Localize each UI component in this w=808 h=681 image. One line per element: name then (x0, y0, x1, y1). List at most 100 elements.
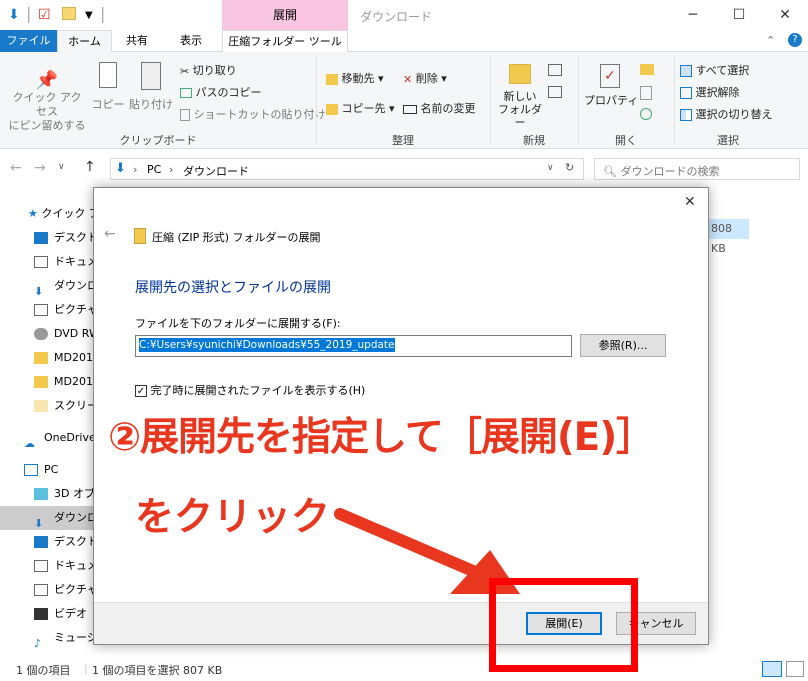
group-separator (316, 56, 317, 144)
nav-videos[interactable]: ビデオ (0, 602, 100, 626)
recent-dropdown-icon[interactable]: ∨ (58, 162, 65, 172)
forward-arrow-icon[interactable]: → (34, 160, 46, 176)
history-icon[interactable] (640, 108, 652, 120)
nav-3d-objects[interactable]: 3D オブジェクト (0, 482, 100, 506)
clipboard-icon (141, 62, 161, 90)
up-arrow-icon[interactable]: ↑ (84, 159, 96, 175)
breadcrumb-downloads[interactable]: ダウンロード (183, 163, 249, 179)
invert-selection-button[interactable]: 選択の切り替え (680, 106, 773, 122)
back-arrow-icon[interactable]: ← (10, 160, 22, 176)
new-group-label: 新規 (523, 134, 545, 147)
copy-folder-icon (326, 103, 338, 115)
nav-pictures-2[interactable]: ピクチャ (0, 578, 100, 602)
delete-button[interactable]: ✕ 削除 ▾ (403, 70, 447, 86)
picture-icon (34, 304, 48, 316)
nav-label: ビデオ (54, 607, 87, 620)
nav-folder-md2018[interactable]: MD2018 (0, 346, 100, 370)
tab-home[interactable]: ホーム (57, 30, 112, 53)
destination-path-input[interactable]: C:¥Users¥syunichi¥Downloads¥55_2019_upda… (135, 335, 572, 357)
paste-button[interactable]: 貼り付け (128, 62, 174, 112)
copy-path-button[interactable]: パスのコピー (180, 84, 262, 100)
nav-quick-access[interactable]: ★ クイック アクセス (0, 202, 100, 226)
show-files-checkbox[interactable]: ✓ (135, 385, 147, 397)
nav-pc[interactable]: PC (0, 458, 100, 482)
copy-to-label: コピー先 (341, 102, 386, 115)
copy-button[interactable]: コピー (90, 62, 126, 112)
desktop-icon (34, 536, 48, 548)
nav-dvd[interactable]: DVD RW (0, 322, 100, 346)
annotation-text-line2: をクリック (135, 495, 331, 540)
show-files-checkbox-row[interactable]: ✓ 完了時に展開されたファイルを表示する(H) (135, 382, 365, 398)
properties-button[interactable]: ✓ プロパティ (584, 64, 638, 108)
close-window-button[interactable]: ✕ (762, 0, 808, 30)
download-icon: ⬇ (34, 517, 44, 530)
ribbon: 📌 クイック アクセス にピン留めする コピー 貼り付け ✂ 切り取り パスのコ… (0, 52, 808, 149)
edit-icon[interactable] (640, 86, 652, 100)
minimize-button[interactable]: ─ (670, 0, 716, 30)
browse-button[interactable]: 参照(R)... (580, 334, 666, 357)
dropdown-icon[interactable]: ▼ (85, 10, 93, 21)
open-icon[interactable] (640, 64, 654, 75)
picture-icon (34, 584, 48, 596)
chevron-right-icon: › (169, 163, 174, 176)
destination-label: ファイルを下のフォルダーに展開する(F): (135, 317, 341, 330)
refresh-icon[interactable]: ↻ (565, 161, 574, 174)
properties-check-icon[interactable]: ☑ (38, 7, 51, 23)
large-icons-view-icon[interactable] (786, 661, 804, 677)
rename-button[interactable]: 名前の変更 (403, 100, 476, 116)
music-note-icon: ♪ (34, 637, 42, 650)
copy-icon (99, 62, 117, 88)
dialog-close-icon[interactable]: ✕ (684, 194, 696, 210)
search-icon: 🔍︎ (603, 165, 617, 178)
search-placeholder: ダウンロードの検索 (620, 165, 720, 178)
dialog-back-icon[interactable]: ← (104, 226, 116, 242)
nav-folder-md2019[interactable]: MD2019 (0, 370, 100, 394)
rename-label: 名前の変更 (420, 102, 476, 115)
new-folder-button[interactable]: 新しい フォルダー (494, 64, 546, 129)
nav-pictures[interactable]: ピクチャ (0, 298, 100, 322)
pin-quick-access-button[interactable]: 📌 クイック アクセス にピン留めする (8, 70, 86, 133)
address-box[interactable]: ⬇ › PC › ダウンロード ∨ ↻ (110, 158, 584, 180)
copy-to-button[interactable]: コピー先 ▾ (326, 100, 395, 116)
delete-label: 削除 (415, 72, 438, 85)
tab-view[interactable]: 表示 (170, 30, 212, 52)
cube-icon (34, 488, 48, 500)
nav-onedrive[interactable]: ☁ OneDrive (0, 426, 100, 450)
group-separator (674, 56, 675, 144)
address-dropdown-icon[interactable]: ∨ (547, 163, 554, 173)
select-none-button[interactable]: 選択解除 (680, 84, 740, 100)
annotation-text-line1: ②展開先を指定して［展開(E)］ (108, 415, 655, 460)
select-all-button[interactable]: すべて選択 (680, 62, 749, 78)
nav-desktop[interactable]: デスクトップ (0, 226, 100, 250)
nav-downloads[interactable]: ⬇ダウンロード (0, 274, 100, 298)
tab-compressed-tools[interactable]: 圧縮フォルダー ツール (222, 30, 348, 52)
nav-music[interactable]: ♪ミュージック (0, 626, 100, 650)
paste-shortcut-button[interactable]: ショートカットの貼り付け (180, 106, 326, 122)
file-size-cell: 808 KB (709, 219, 749, 255)
nav-documents-2[interactable]: ドキュメント (0, 554, 100, 578)
cut-button[interactable]: ✂ 切り取り (180, 62, 237, 78)
breadcrumb-pc[interactable]: PC (147, 163, 161, 176)
folder-icon[interactable] (62, 7, 76, 20)
nav-downloads-selected[interactable]: ⬇ダウンロード (0, 506, 100, 530)
arrow-shaft (334, 508, 486, 580)
new-item-icon[interactable] (548, 64, 562, 76)
easy-access-icon[interactable] (548, 86, 562, 98)
document-icon (34, 560, 48, 572)
invert-selection-label: 選択の切り替え (695, 108, 773, 121)
nav-label: ピクチャ (54, 583, 98, 596)
nav-folder-screenshots[interactable]: スクリーン (0, 394, 100, 418)
search-input[interactable]: 🔍︎ ダウンロードの検索 (594, 158, 800, 180)
nav-desktop-2[interactable]: デスクトップ (0, 530, 100, 554)
context-tab-header: 展開 (222, 0, 348, 30)
nav-documents[interactable]: ドキュメント (0, 250, 100, 274)
details-view-icon[interactable] (762, 661, 782, 677)
collapse-ribbon-icon[interactable]: ⌃ (766, 34, 775, 47)
move-to-button[interactable]: 移動先 ▾ (326, 70, 384, 86)
down-arrow-icon[interactable]: ⬇ (8, 7, 20, 23)
tab-share[interactable]: 共有 (116, 30, 158, 52)
dialog-title: 圧縮 (ZIP 形式) フォルダーの展開 (152, 231, 321, 244)
tab-file[interactable]: ファイル (0, 30, 57, 52)
help-icon[interactable]: ? (788, 33, 802, 47)
maximize-button[interactable]: ☐ (716, 0, 762, 30)
